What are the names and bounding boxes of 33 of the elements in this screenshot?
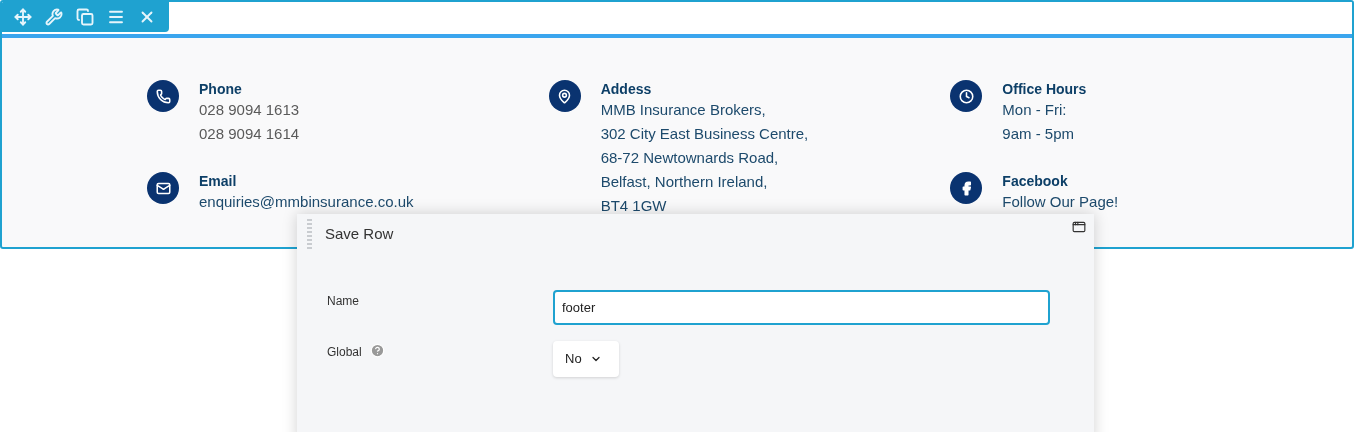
- drag-handle[interactable]: [307, 219, 312, 249]
- contact-text: BT4 1GW: [600, 196, 668, 216]
- contact-text: Mon - Fri:: [1002, 100, 1068, 120]
- name-input[interactable]: footer: [553, 290, 1050, 325]
- contact-heading: Facebook: [1002, 172, 1069, 190]
- contact-heading: Phone: [199, 80, 243, 98]
- contact-text: Belfast, Northern Ireland,: [600, 172, 769, 192]
- contact-text: 028 9094 1613: [199, 100, 300, 120]
- contact-text: enquiries@mmbinsurance.co.uk: [199, 192, 414, 212]
- contact-text: Follow Our Page!: [1002, 192, 1119, 212]
- field-label: Global: [327, 344, 362, 361]
- contact-text: 302 City East Business Centre,: [600, 124, 809, 144]
- contact-text: 028 9094 1614: [199, 124, 300, 144]
- contact-heading: Office Hours: [1002, 80, 1087, 98]
- contact-text: 68-72 Newtownards Road,: [600, 148, 780, 168]
- map-pin-icon: [548, 80, 581, 112]
- contact-heading: Email: [199, 172, 238, 190]
- copy-icon[interactable]: [76, 8, 94, 26]
- dialog-title: Save Row: [325, 223, 394, 244]
- contact-heading: Addess: [600, 80, 653, 98]
- global-select[interactable]: No: [553, 341, 619, 377]
- wrench-icon[interactable]: [45, 8, 63, 26]
- clock-icon: [950, 80, 983, 112]
- facebook-icon: [950, 172, 983, 204]
- move-icon[interactable]: [14, 8, 32, 26]
- field-label: Name: [327, 293, 359, 310]
- maximize-icon[interactable]: [1072, 220, 1086, 234]
- help-icon[interactable]: [369, 343, 385, 358]
- contact-text: MMB Insurance Brokers,: [600, 100, 767, 120]
- menu-icon[interactable]: [107, 8, 125, 26]
- phone-icon: [147, 80, 179, 112]
- contact-text: 9am - 5pm: [1002, 124, 1076, 144]
- envelope-icon: [147, 172, 179, 204]
